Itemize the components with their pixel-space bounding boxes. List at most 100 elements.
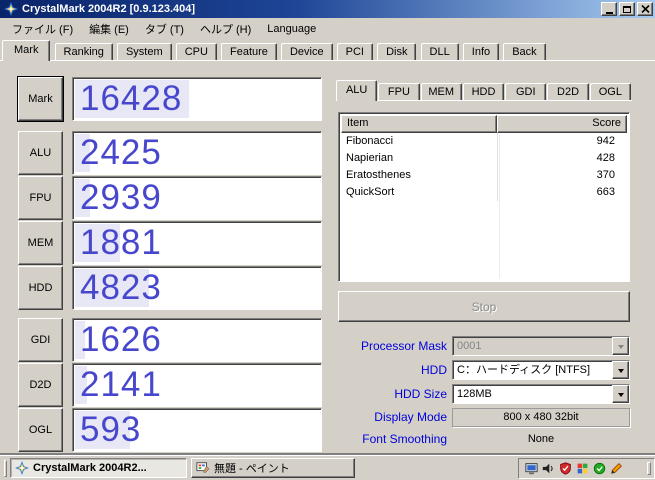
hdd-label: HDD [421, 363, 447, 377]
column-header-item[interactable]: Item [341, 115, 497, 133]
taskbar-button-crystalmark[interactable]: CrystalMark 2004R2... [10, 458, 187, 478]
d2d-score-box: 2141 [72, 363, 322, 407]
taskbar-button-paint[interactable]: 無題 - ペイント [191, 458, 355, 478]
menu-language[interactable]: Language [259, 20, 324, 38]
hdd-score-value: 4823 [80, 268, 162, 307]
chevron-down-icon [617, 392, 624, 400]
alu-score-box: 2425 [72, 131, 322, 175]
table-row[interactable]: Fibonacci 942 [341, 133, 627, 150]
detail-tab-gdi[interactable]: GDI [505, 83, 547, 100]
detail-tab-ogl[interactable]: OGL [589, 83, 631, 100]
tray-edge-handle[interactable] [647, 462, 651, 475]
menu-help[interactable]: ヘルプ (H) [192, 18, 259, 40]
fpu-score-value: 2939 [80, 178, 162, 217]
tab-pci[interactable]: PCI [336, 43, 373, 60]
tab-device[interactable]: Device [280, 43, 333, 60]
font-smoothing-value: None [527, 433, 555, 445]
taskbar-button-label: CrystalMark 2004R2... [33, 462, 147, 474]
benchmark-row-mem: MEM 1881 [0, 221, 336, 265]
menu-edit[interactable]: 編集 (E) [81, 18, 137, 40]
font-smoothing-row: Font Smoothing None [336, 431, 632, 447]
fpu-button[interactable]: FPU [18, 176, 63, 220]
detail-tab-hdd[interactable]: HDD [462, 83, 505, 100]
display-icon[interactable] [525, 462, 538, 475]
minimize-button[interactable] [601, 2, 617, 16]
taskbar: CrystalMark 2004R2... 無題 - ペイント [0, 455, 655, 480]
hdd-size-dropdown-button[interactable] [612, 385, 629, 403]
menu-tab[interactable]: タブ (T) [137, 18, 192, 40]
detail-tab-fpu[interactable]: FPU [378, 83, 420, 100]
volume-icon[interactable] [542, 462, 555, 475]
mem-button[interactable]: MEM [18, 221, 63, 265]
tab-back[interactable]: Back [503, 43, 546, 60]
hdd-size-value: 128MB [457, 388, 492, 400]
detail-tab-d2d[interactable]: D2D [547, 83, 589, 100]
menu-file[interactable]: ファイル (F) [4, 18, 81, 40]
system-tray [518, 458, 655, 479]
item-cell: QuickSort [346, 186, 395, 198]
chevron-down-icon [617, 344, 624, 352]
minimize-icon [605, 11, 613, 14]
gdi-score-box: 1626 [72, 318, 322, 362]
detail-tab-alu[interactable]: ALU [336, 80, 378, 101]
detail-results-table: Item Score Fibonacci 942 Napierian 428 E… [338, 112, 630, 282]
processor-mask-combobox[interactable]: 0001 [452, 336, 630, 356]
mark-score-box: 16428 [72, 77, 322, 121]
crystalmark-app-icon[interactable] [4, 2, 18, 16]
window-title: CrystalMark 2004R2 [0.9.123.404] [22, 3, 196, 15]
detail-tab-mem[interactable]: MEM [420, 83, 462, 100]
processor-mask-dropdown-button[interactable] [612, 337, 629, 355]
close-button[interactable] [637, 2, 653, 16]
tab-system[interactable]: System [116, 43, 172, 60]
hdd-button[interactable]: HDD [18, 266, 63, 310]
tab-dll[interactable]: DLL [420, 43, 459, 60]
benchmark-row-alu: ALU 2425 [0, 131, 336, 175]
benchmark-row-hdd: HDD 4823 [0, 266, 336, 310]
maximize-icon [623, 5, 631, 13]
hdd-combobox[interactable]: C：ハードディスク [NTFS] [452, 360, 630, 380]
green-status-icon[interactable] [593, 462, 606, 475]
tab-ranking[interactable]: Ranking [54, 43, 113, 60]
menu-bar: ファイル (F) 編集 (E) タブ (T) ヘルプ (H) Language [0, 18, 655, 40]
tab-mark[interactable]: Mark [2, 40, 51, 61]
alu-score-value: 2425 [80, 133, 162, 172]
table-row[interactable]: Napierian 428 [341, 150, 627, 167]
display-mode-value: 800 x 480 32bit [452, 408, 630, 427]
mark-score-value: 16428 [80, 79, 183, 118]
taskbar-grip[interactable] [4, 460, 7, 477]
ogl-score-value: 593 [80, 410, 142, 449]
pen-icon[interactable] [610, 462, 623, 475]
table-row[interactable]: Eratosthenes 370 [341, 167, 627, 184]
tab-cpu[interactable]: CPU [175, 43, 217, 60]
gdi-button[interactable]: GDI [18, 318, 63, 362]
d2d-button[interactable]: D2D [18, 363, 63, 407]
desktop: CrystalMark 2004R2 [0.9.123.404] ファイル (F… [0, 0, 655, 480]
display-mode-label: Display Mode [374, 410, 447, 424]
stop-button[interactable]: Stop [338, 291, 630, 322]
gdi-score-value: 1626 [80, 320, 162, 359]
tab-info[interactable]: Info [462, 43, 500, 60]
ogl-button[interactable]: OGL [18, 408, 63, 452]
item-cell: Fibonacci [346, 135, 394, 147]
column-divider [499, 135, 500, 278]
table-header-row: Item Score [341, 115, 627, 133]
benchmark-row-mark: Mark 16428 [0, 76, 336, 122]
maximize-button[interactable] [619, 2, 635, 16]
processor-mask-row: Processor Mask 0001 [336, 336, 632, 356]
hdd-dropdown-button[interactable] [612, 361, 629, 379]
hdd-size-label: HDD Size [394, 387, 447, 401]
mark-button[interactable]: Mark [17, 76, 64, 122]
benchmark-row-d2d: D2D 2141 [0, 363, 336, 407]
column-header-score[interactable]: Score [497, 115, 627, 133]
tab-disk[interactable]: Disk [377, 43, 417, 60]
display-mode-row: Display Mode 800 x 480 32bit [336, 408, 632, 427]
alu-button[interactable]: ALU [18, 131, 63, 175]
colorful-app-icon[interactable] [576, 462, 589, 475]
table-row[interactable]: QuickSort 663 [341, 184, 627, 201]
mem-score-box: 1881 [72, 221, 322, 265]
benchmark-row-fpu: FPU 2939 [0, 176, 336, 220]
tab-feature[interactable]: Feature [220, 43, 277, 60]
hdd-size-combobox[interactable]: 128MB [452, 384, 630, 404]
antivirus-shield-icon[interactable] [559, 462, 572, 475]
close-icon [640, 5, 650, 13]
